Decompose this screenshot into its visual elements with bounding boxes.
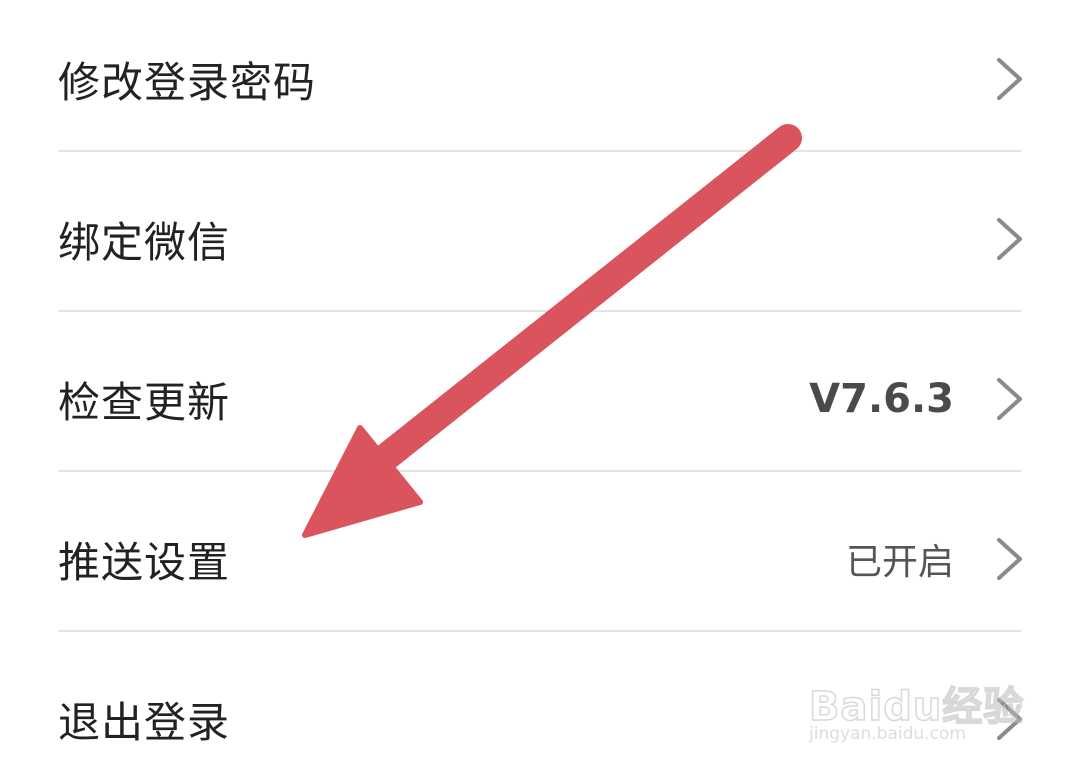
settings-list: 修改登录密码 绑定微信 检查更新 V7.6.3 推送设置 已开启 退出登录	[0, 0, 1076, 772]
settings-row-label: 修改登录密码	[58, 57, 317, 107]
version-value: V7.6.3	[809, 376, 954, 422]
chevron-right-icon	[997, 58, 1022, 100]
divider	[58, 470, 1021, 472]
settings-row-push-settings[interactable]: 推送设置 已开启	[0, 480, 1076, 638]
settings-row-label: 推送设置	[58, 537, 231, 587]
chevron-right-icon	[997, 218, 1022, 260]
settings-row-bind-wechat[interactable]: 绑定微信	[0, 160, 1076, 318]
chevron-right-icon	[997, 538, 1022, 580]
settings-screen: 修改登录密码 绑定微信 检查更新 V7.6.3 推送设置 已开启 退出登录 Ba…	[0, 0, 1076, 772]
settings-row-label: 检查更新	[58, 377, 231, 427]
settings-row-label: 绑定微信	[58, 217, 231, 267]
divider	[58, 150, 1021, 152]
divider	[58, 630, 1021, 632]
divider	[58, 310, 1021, 312]
chevron-right-icon	[997, 378, 1022, 420]
settings-row-check-update[interactable]: 检查更新 V7.6.3	[0, 320, 1076, 478]
watermark-url: jingyan.baidu.com	[809, 724, 966, 744]
push-status-value: 已开启	[845, 542, 954, 583]
settings-row-label: 退出登录	[58, 697, 231, 747]
settings-row-change-password[interactable]: 修改登录密码	[0, 0, 1076, 158]
baidu-watermark: Baidu经验 jingyan.baidu.com	[808, 660, 1024, 750]
